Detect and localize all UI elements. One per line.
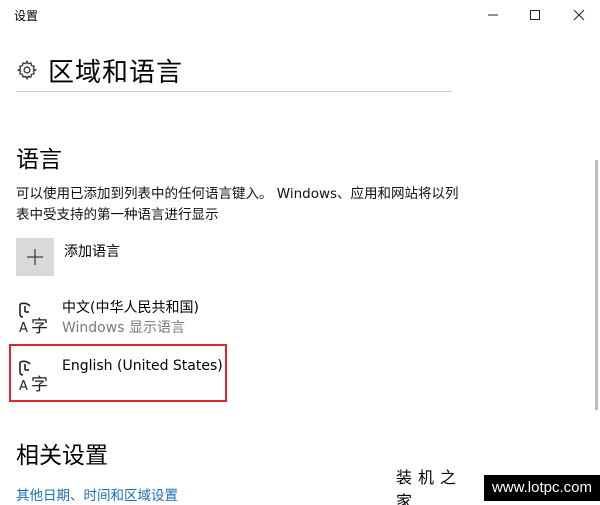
- language-item-zh-cn[interactable]: A 字 中文(中华人民共和国) Windows 显示语言: [16, 298, 199, 338]
- minimize-icon: [488, 14, 498, 16]
- other-date-time-region-settings-link[interactable]: 其他日期、时间和区域设置: [16, 484, 178, 504]
- related-settings-title: 相关设置: [16, 443, 108, 469]
- title-bar: 设置: [0, 0, 600, 30]
- gear-icon: [16, 59, 38, 81]
- watermark-text: 装机之家: [396, 468, 463, 505]
- plus-icon: [27, 249, 43, 265]
- language-icon: A 字: [19, 302, 48, 336]
- highlight-annotation-box: [9, 344, 227, 402]
- add-language-label: 添加语言: [64, 244, 120, 260]
- svg-text:字: 字: [31, 317, 48, 336]
- maximize-icon: [530, 10, 540, 20]
- header-divider: [16, 91, 452, 92]
- language-subtitle: Windows 显示语言: [62, 320, 185, 336]
- window-title: 设置: [14, 9, 39, 23]
- add-language-button[interactable]: 添加语言: [16, 238, 120, 276]
- close-button[interactable]: [556, 0, 600, 30]
- settings-window: 设置 区域和语言 语言 可以使用已添加到列表中的任何语言键入。 Windows、…: [0, 0, 600, 505]
- language-name: 中文(中华人民共和国): [62, 300, 199, 316]
- page-header: 区域和语言: [16, 50, 183, 90]
- plus-tile: [16, 238, 54, 276]
- watermark: 装机之家 www.lotpc.com: [396, 468, 600, 505]
- maximize-button[interactable]: [512, 0, 558, 30]
- language-section-title: 语言: [16, 147, 62, 173]
- language-description: 可以使用已添加到列表中的任何语言键入。 Windows、应用和网站将以列表中受支…: [16, 186, 459, 223]
- close-icon: [573, 9, 585, 21]
- svg-text:A: A: [19, 321, 28, 336]
- page-title: 区域和语言: [48, 57, 184, 88]
- scrollbar[interactable]: [595, 160, 598, 410]
- minimize-button[interactable]: [470, 0, 516, 30]
- watermark-url: www.lotpc.com: [483, 475, 600, 501]
